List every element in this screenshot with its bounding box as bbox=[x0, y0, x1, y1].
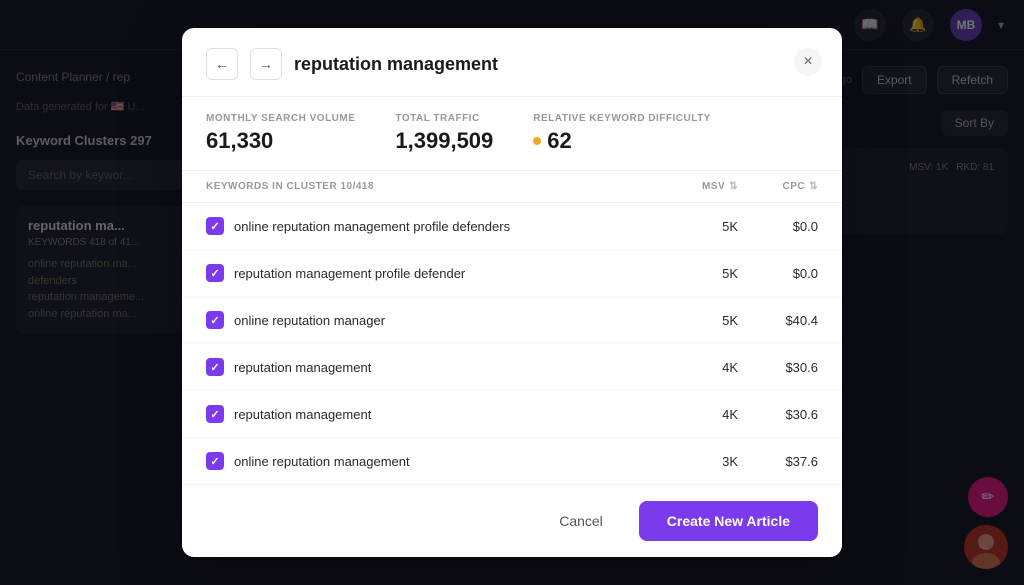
table-row[interactable]: ✓ online reputation management profile d… bbox=[182, 203, 842, 250]
keyword-modal: ← → reputation management × MONTHLY SEAR… bbox=[182, 28, 842, 557]
keyword-text: online reputation management bbox=[234, 454, 410, 469]
keyword-text: reputation management bbox=[234, 360, 371, 375]
stat-traffic-value: 1,399,509 bbox=[395, 128, 493, 154]
keyword-cell: ✓ online reputation management bbox=[206, 452, 658, 470]
checkbox[interactable]: ✓ bbox=[206, 311, 224, 329]
table-header: KEYWORDS IN CLUSTER 10/418 MSV ⇅ CPC ⇅ bbox=[182, 171, 842, 203]
modal-header: ← → reputation management × bbox=[182, 28, 842, 97]
keyword-text: reputation management bbox=[234, 407, 371, 422]
stat-traffic-label: TOTAL TRAFFIC bbox=[395, 113, 493, 124]
cpc-value: $30.6 bbox=[738, 407, 818, 422]
stat-monthly-search: MONTHLY SEARCH VOLUME 61,330 bbox=[206, 113, 355, 154]
stat-difficulty-label: RELATIVE KEYWORD DIFFICULTY bbox=[533, 113, 711, 124]
stat-monthly-label: MONTHLY SEARCH VOLUME bbox=[206, 113, 355, 124]
cpc-value: $0.0 bbox=[738, 219, 818, 234]
checkbox[interactable]: ✓ bbox=[206, 405, 224, 423]
stat-total-traffic: TOTAL TRAFFIC 1,399,509 bbox=[395, 113, 493, 154]
create-article-button[interactable]: Create New Article bbox=[639, 501, 818, 541]
msv-value: 5K bbox=[658, 219, 738, 234]
check-icon: ✓ bbox=[210, 455, 219, 468]
modal-footer: Cancel Create New Article bbox=[182, 484, 842, 557]
table-row[interactable]: ✓ online reputation manager 5K $40.4 bbox=[182, 297, 842, 344]
checkbox[interactable]: ✓ bbox=[206, 264, 224, 282]
checkbox[interactable]: ✓ bbox=[206, 217, 224, 235]
close-button[interactable]: × bbox=[794, 48, 822, 76]
keyword-text: reputation management profile defender bbox=[234, 266, 465, 281]
keyword-text: online reputation management profile def… bbox=[234, 219, 510, 234]
cpc-value: $40.4 bbox=[738, 313, 818, 328]
table-row[interactable]: ✓ reputation management 4K $30.6 bbox=[182, 344, 842, 391]
check-icon: ✓ bbox=[210, 361, 219, 374]
col-msv-label: MSV ⇅ bbox=[658, 181, 738, 192]
back-button[interactable]: ← bbox=[206, 48, 238, 80]
check-icon: ✓ bbox=[210, 408, 219, 421]
checkbox[interactable]: ✓ bbox=[206, 452, 224, 470]
modal-title: reputation management bbox=[294, 54, 818, 75]
keyword-cell: ✓ reputation management bbox=[206, 405, 658, 423]
keyword-cell: ✓ online reputation management profile d… bbox=[206, 217, 658, 235]
msv-value: 5K bbox=[658, 313, 738, 328]
stat-monthly-value: 61,330 bbox=[206, 128, 355, 154]
table-row[interactable]: ✓ online reputation management 3K $37.6 bbox=[182, 438, 842, 484]
msv-value: 4K bbox=[658, 360, 738, 375]
modal-overlay: ← → reputation management × MONTHLY SEAR… bbox=[0, 0, 1024, 585]
col-keywords-label: KEYWORDS IN CLUSTER 10/418 bbox=[206, 181, 658, 192]
keyword-cell: ✓ online reputation manager bbox=[206, 311, 658, 329]
col-cpc-label: CPC ⇅ bbox=[738, 181, 818, 192]
check-icon: ✓ bbox=[210, 267, 219, 280]
cpc-value: $37.6 bbox=[738, 454, 818, 469]
table-row[interactable]: ✓ reputation management 4K $30.6 bbox=[182, 391, 842, 438]
msv-value: 4K bbox=[658, 407, 738, 422]
checkbox[interactable]: ✓ bbox=[206, 358, 224, 376]
check-icon: ✓ bbox=[210, 220, 219, 233]
check-icon: ✓ bbox=[210, 314, 219, 327]
keyword-text: online reputation manager bbox=[234, 313, 385, 328]
cpc-value: $30.6 bbox=[738, 360, 818, 375]
table-rows: ✓ online reputation management profile d… bbox=[182, 203, 842, 484]
forward-button[interactable]: → bbox=[250, 48, 282, 80]
modal-stats: MONTHLY SEARCH VOLUME 61,330 TOTAL TRAFF… bbox=[182, 97, 842, 171]
cpc-sort-icon: ⇅ bbox=[809, 181, 818, 192]
msv-value: 5K bbox=[658, 266, 738, 281]
msv-sort-icon: ⇅ bbox=[729, 181, 738, 192]
cancel-button[interactable]: Cancel bbox=[535, 503, 627, 539]
keyword-cell: ✓ reputation management profile defender bbox=[206, 264, 658, 282]
msv-value: 3K bbox=[658, 454, 738, 469]
difficulty-number: 62 bbox=[547, 128, 571, 154]
table-row[interactable]: ✓ reputation management profile defender… bbox=[182, 250, 842, 297]
cpc-value: $0.0 bbox=[738, 266, 818, 281]
keyword-cell: ✓ reputation management bbox=[206, 358, 658, 376]
stat-difficulty-value: 62 bbox=[533, 128, 711, 154]
keywords-table: KEYWORDS IN CLUSTER 10/418 MSV ⇅ CPC ⇅ ✓… bbox=[182, 171, 842, 484]
stat-keyword-difficulty: RELATIVE KEYWORD DIFFICULTY 62 bbox=[533, 113, 711, 154]
difficulty-dot bbox=[533, 137, 541, 145]
